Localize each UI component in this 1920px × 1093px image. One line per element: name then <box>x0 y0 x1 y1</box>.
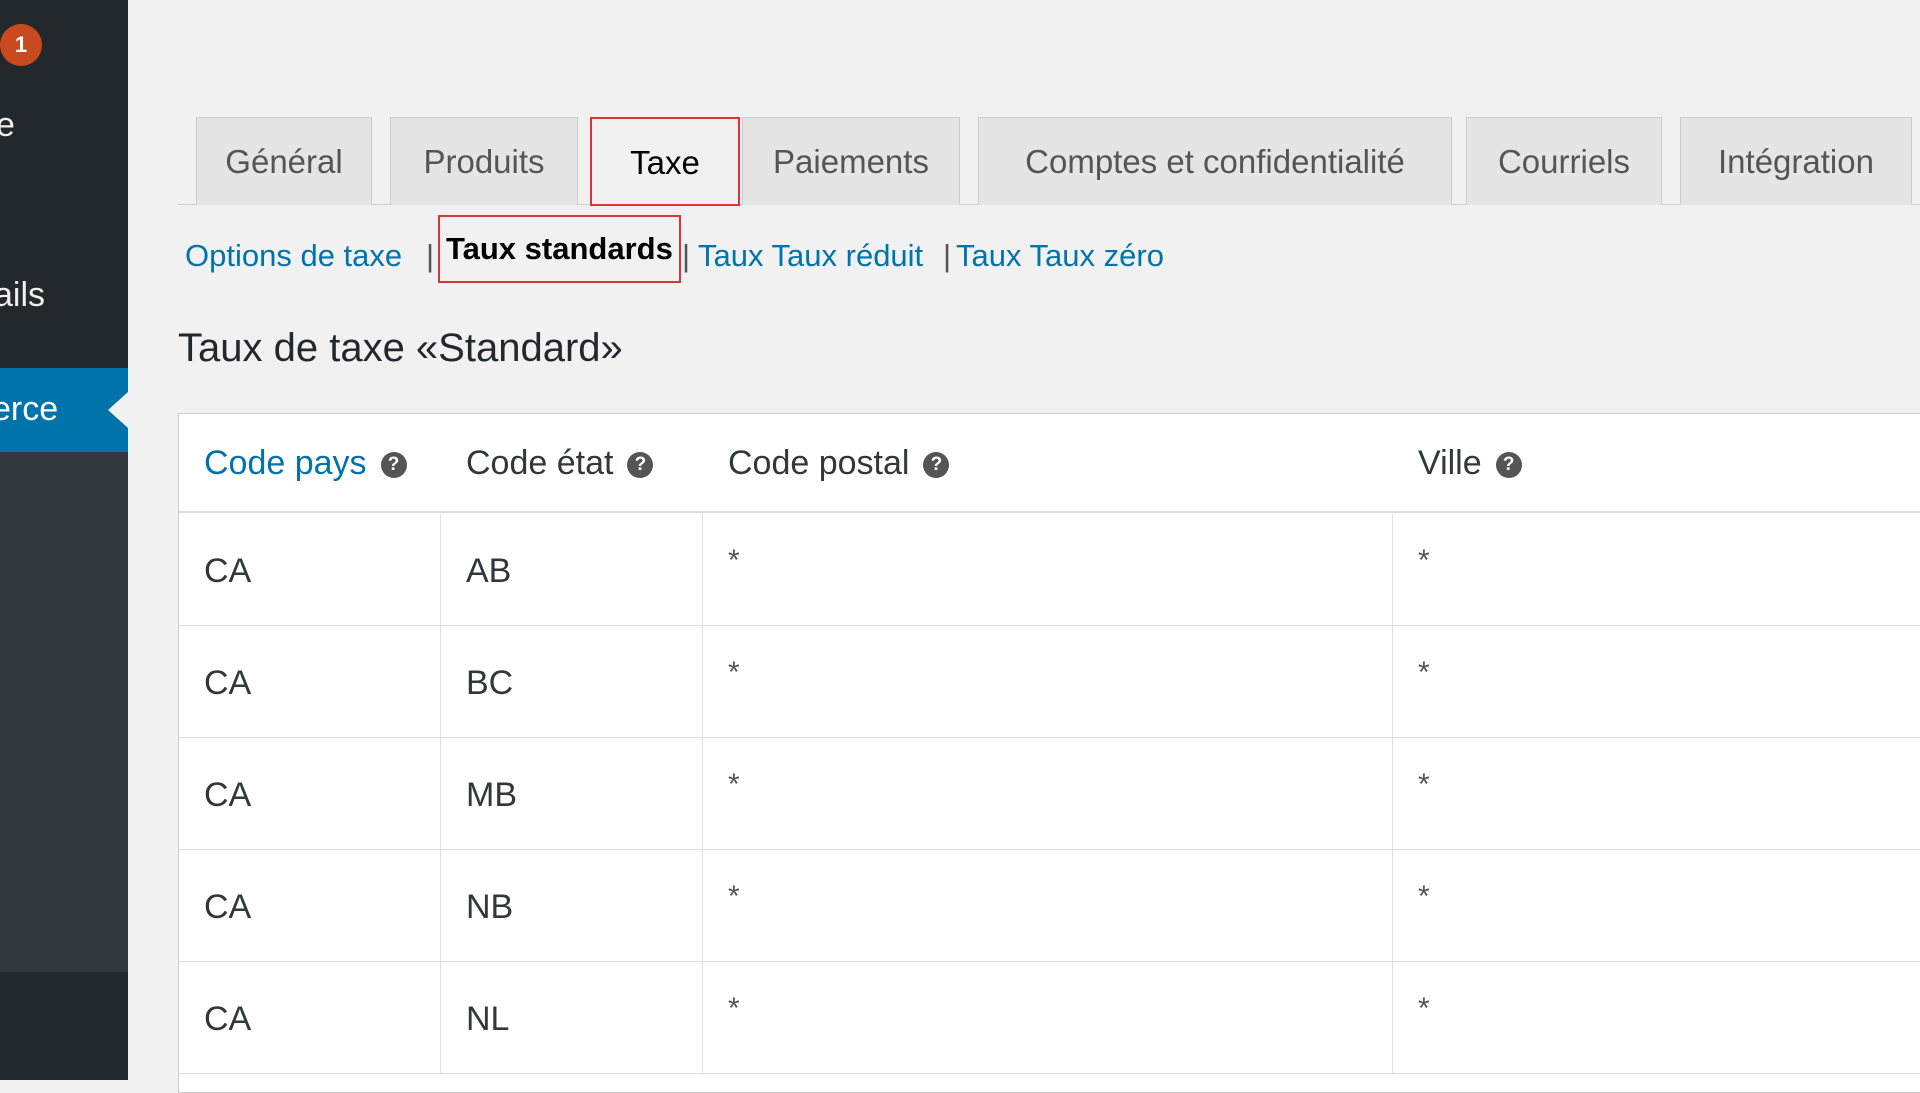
admin-sidebar: 1 e ails erce <box>0 0 128 1080</box>
subnav-tax-options-link[interactable]: Options de taxe <box>185 234 402 278</box>
cell-value: * <box>1418 544 1430 577</box>
sidebar-item-details-partial[interactable]: ails <box>0 276 45 315</box>
tab-tax[interactable]: Taxe <box>590 117 740 206</box>
country-code-cell[interactable]: CA <box>179 738 441 850</box>
state-code-cell[interactable]: BC <box>441 626 703 738</box>
sidebar-item-woocommerce[interactable]: erce <box>0 368 128 452</box>
cell-value: * <box>728 992 740 1025</box>
column-header-label: Code pays <box>204 444 367 482</box>
city-cell[interactable]: * <box>1393 738 1920 850</box>
city-cell[interactable]: * <box>1393 626 1920 738</box>
tab-emails[interactable]: Courriels <box>1466 117 1662 205</box>
question-circle-icon[interactable]: ? <box>627 452 654 478</box>
subnav-separator: | <box>943 238 952 273</box>
subnav-reduced-rates-link[interactable]: Taux Taux réduit <box>698 234 923 278</box>
caret-left-icon <box>108 392 128 428</box>
state-code-cell[interactable]: NB <box>441 850 703 962</box>
sidebar-submenu-panel <box>0 451 128 972</box>
cell-value: BC <box>466 664 514 702</box>
question-circle-icon[interactable]: ? <box>380 452 407 478</box>
city-cell[interactable]: * <box>1393 514 1920 626</box>
tab-products[interactable]: Produits <box>390 117 578 205</box>
question-circle-icon[interactable]: ? <box>1495 452 1522 478</box>
cell-value: * <box>728 880 740 913</box>
column-header-label: Code postal <box>728 444 910 482</box>
state-code-cell[interactable]: NL <box>441 962 703 1074</box>
tax-rates-table: Code pays? Code état? Code postal? Ville… <box>178 413 1920 1093</box>
column-header-label: Ville <box>1418 444 1482 482</box>
country-code-cell[interactable]: CA <box>179 962 441 1074</box>
cell-value: NB <box>466 888 514 926</box>
tab-payments[interactable]: Paiements <box>742 117 960 205</box>
postcode-cell[interactable]: * <box>703 626 1393 738</box>
state-code-cell[interactable]: MB <box>441 738 703 850</box>
cell-value: * <box>1418 768 1430 801</box>
cell-value: CA <box>204 664 252 702</box>
cell-value: AB <box>466 552 512 590</box>
postcode-cell[interactable]: * <box>703 738 1393 850</box>
country-code-cell[interactable]: CA <box>179 514 441 626</box>
cell-value: * <box>1418 992 1430 1025</box>
postcode-cell[interactable]: * <box>703 514 1393 626</box>
table-row: CA NL * * <box>179 962 1920 1074</box>
question-circle-icon[interactable]: ? <box>923 452 950 478</box>
cell-value: * <box>1418 880 1430 913</box>
settings-tab-bar: Général Produits Taxe Paiements Comptes … <box>178 115 1920 206</box>
column-header-country-code[interactable]: Code pays? <box>204 444 407 483</box>
table-row: CA NB * * <box>179 850 1920 962</box>
cell-value: * <box>728 768 740 801</box>
table-row: CA BC * * <box>179 626 1920 738</box>
notification-badge: 1 <box>0 24 42 66</box>
cell-value: CA <box>204 888 252 926</box>
subnav-separator: | <box>426 238 435 273</box>
column-header-city: Ville? <box>1418 444 1522 483</box>
cell-value: CA <box>204 1000 252 1038</box>
subnav-separator: | <box>682 238 691 273</box>
city-cell[interactable]: * <box>1393 962 1920 1074</box>
table-header: Code pays? Code état? Code postal? Ville… <box>179 414 1920 513</box>
country-code-cell[interactable]: CA <box>179 626 441 738</box>
column-header-state-code: Code état? <box>466 444 654 483</box>
cell-value: * <box>728 544 740 577</box>
sidebar-item-label: erce <box>0 390 59 428</box>
sidebar-item-partial[interactable]: e <box>0 106 15 145</box>
city-cell[interactable]: * <box>1393 850 1920 962</box>
tab-accounts-privacy[interactable]: Comptes et confidentialité <box>978 117 1452 205</box>
cell-value: * <box>728 656 740 689</box>
table-row: CA MB * * <box>179 738 1920 850</box>
page-title: Taux de taxe «Standard» <box>178 326 623 370</box>
postcode-cell[interactable]: * <box>703 850 1393 962</box>
column-header-label: Code état <box>466 444 614 482</box>
cell-value: MB <box>466 776 517 814</box>
state-code-cell[interactable]: AB <box>441 514 703 626</box>
column-header-postcode: Code postal? <box>728 444 950 483</box>
country-code-cell[interactable]: CA <box>179 850 441 962</box>
subnav-standard-rates-current[interactable]: Taux standards <box>438 215 681 283</box>
tab-integration[interactable]: Intégration <box>1680 117 1912 205</box>
postcode-cell[interactable]: * <box>703 962 1393 1074</box>
cell-value: NL <box>466 1000 510 1038</box>
tab-general[interactable]: Général <box>196 117 372 205</box>
cell-value: CA <box>204 552 252 590</box>
table-row: CA AB * * <box>179 514 1920 626</box>
main-content: Général Produits Taxe Paiements Comptes … <box>128 0 1920 1093</box>
cell-value: * <box>1418 656 1430 689</box>
subnav-zero-rates-link[interactable]: Taux Taux zéro <box>956 234 1164 278</box>
cell-value: CA <box>204 776 252 814</box>
